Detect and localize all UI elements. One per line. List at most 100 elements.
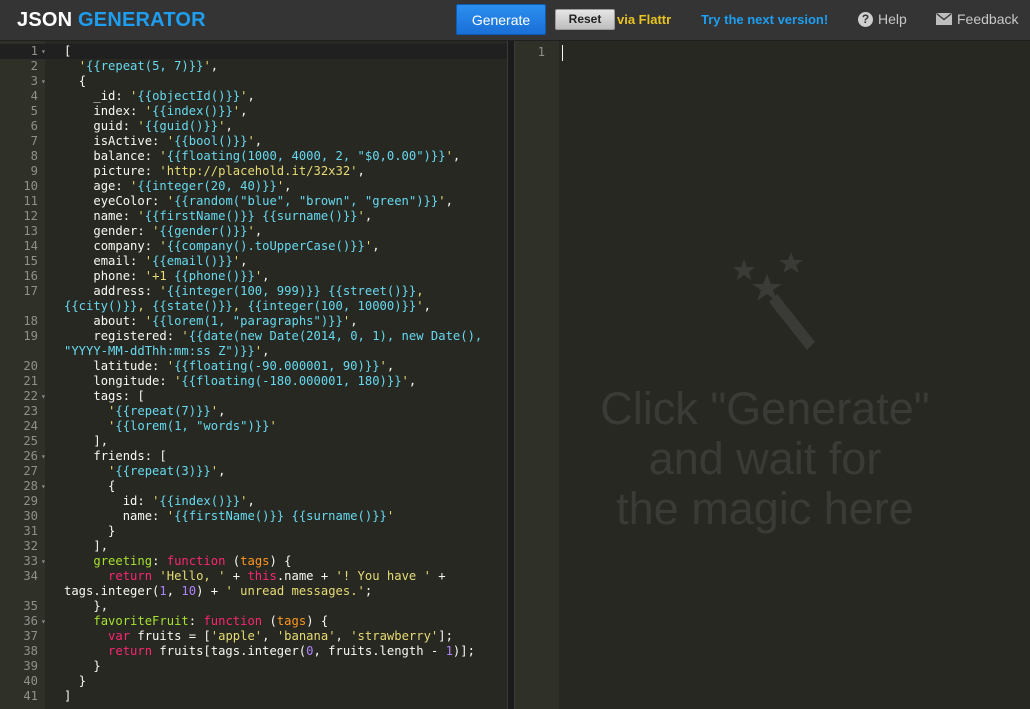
- code-line[interactable]: 11 eyeColor: '{{random("blue", "brown", …: [0, 194, 507, 209]
- code-line[interactable]: 20 latitude: '{{floating(-90.000001, 90)…: [0, 359, 507, 374]
- fold-arrow-icon[interactable]: ▾: [41, 614, 46, 629]
- code-line[interactable]: 14 company: '{{company().toUpperCase()}}…: [0, 239, 507, 254]
- line-number: 13: [23, 224, 38, 238]
- code-line[interactable]: 41]: [0, 689, 507, 704]
- line-number: 38: [23, 644, 38, 658]
- code-line[interactable]: 39 }: [0, 659, 507, 674]
- top-bar: JSON GENERATOR Generate Reset via Flattr…: [0, 0, 1030, 41]
- line-number: 29: [23, 494, 38, 508]
- code-line[interactable]: 1 ▾ [: [0, 44, 507, 59]
- next-version-link[interactable]: Try the next version!: [701, 12, 828, 27]
- fold-arrow-icon[interactable]: ▾: [41, 44, 46, 59]
- code-text: balance: '{{floating(1000, 4000, 2, "$0,…: [64, 149, 461, 163]
- code-line[interactable]: 9 picture: 'http://placehold.it/32x32',: [0, 164, 507, 179]
- line-number: 14: [23, 239, 38, 253]
- code-line[interactable]: 35 },: [0, 599, 507, 614]
- code-line[interactable]: 3 ▾ {: [0, 74, 507, 89]
- code-line[interactable]: 13 gender: '{{gender()}}',: [0, 224, 507, 239]
- output-line-number: 1: [537, 45, 545, 59]
- line-number: 24: [23, 419, 38, 433]
- code-line[interactable]: 37 var fruits = ['apple', 'banana', 'str…: [0, 629, 507, 644]
- code-line[interactable]: 15 email: '{{email()}}',: [0, 254, 507, 269]
- line-number: 5: [30, 104, 38, 118]
- code-text: gender: '{{gender()}}',: [64, 224, 263, 238]
- code-line[interactable]: 4 _id: '{{objectId()}}',: [0, 89, 507, 104]
- code-line[interactable]: 26 ▾ friends: [: [0, 449, 507, 464]
- fold-arrow-icon[interactable]: ▾: [41, 449, 46, 464]
- fold-arrow-icon[interactable]: ▾: [41, 554, 46, 569]
- line-number: 3: [30, 74, 38, 88]
- code-line[interactable]: 31 }: [0, 524, 507, 539]
- code-line[interactable]: 27 '{{repeat(3)}}',: [0, 464, 507, 479]
- line-number: 34: [23, 569, 38, 583]
- line-number: 16: [23, 269, 38, 283]
- template-editor[interactable]: 1 ▾[2 '{{repeat(5, 7)}}', 3 ▾ {4 _id: '{{ob…: [0, 41, 507, 709]
- envelope-icon: [936, 13, 952, 25]
- line-number: 22: [23, 389, 38, 403]
- fold-arrow-icon[interactable]: ▾: [41, 389, 46, 404]
- generate-button[interactable]: Generate: [456, 4, 546, 35]
- code-text: index: '{{index()}}',: [64, 104, 248, 118]
- code-line[interactable]: 32 ],: [0, 539, 507, 554]
- code-line[interactable]: 23 '{{repeat(7)}}',: [0, 404, 507, 419]
- code-line[interactable]: 38 return fruits[tags.integer(0, fruits.…: [0, 644, 507, 659]
- help-link[interactable]: ? Help: [858, 11, 907, 27]
- code-line[interactable]: 7 isActive: '{{bool()}}',: [0, 134, 507, 149]
- fold-arrow-icon[interactable]: ▾: [41, 479, 46, 494]
- code-text: name: '{{firstName()}} {{surname()}}',: [64, 209, 373, 223]
- code-line[interactable]: 34 return 'Hello, ' + this.name + '! You…: [0, 569, 507, 599]
- code-line[interactable]: 2 '{{repeat(5, 7)}}',: [0, 59, 507, 74]
- line-number: 23: [23, 404, 38, 418]
- flattr-link[interactable]: via Flattr: [617, 12, 671, 27]
- code-line[interactable]: 10 age: '{{integer(20, 40)}}',: [0, 179, 507, 194]
- code-text: [: [64, 44, 72, 58]
- line-number: 4: [30, 89, 38, 103]
- app-logo[interactable]: JSON GENERATOR: [17, 8, 206, 32]
- code-text: age: '{{integer(20, 40)}}',: [64, 179, 292, 193]
- editor-code[interactable]: 1 ▾[2 '{{repeat(5, 7)}}', 3 ▾ {4 _id: '{{ob…: [0, 44, 507, 704]
- code-line[interactable]: 12 name: '{{firstName()}} {{surname()}}'…: [0, 209, 507, 224]
- code-line[interactable]: 36 ▾ favoriteFruit: function (tags) {: [0, 614, 507, 629]
- line-number: 12: [23, 209, 38, 223]
- code-text: tags: [: [64, 389, 145, 403]
- code-line[interactable]: 29 id: '{{index()}}',: [0, 494, 507, 509]
- feedback-link[interactable]: Feedback: [936, 11, 1018, 27]
- line-number: 28: [23, 479, 38, 493]
- code-text: },: [64, 599, 109, 613]
- fold-arrow-icon[interactable]: ▾: [41, 74, 46, 89]
- code-line[interactable]: 17 address: '{{integer(100, 999)}} {{str…: [0, 284, 507, 314]
- code-line[interactable]: 19 registered: '{{date(new Date(2014, 0,…: [0, 329, 507, 359]
- code-line[interactable]: 28 ▾ {: [0, 479, 507, 494]
- code-line[interactable]: 18 about: '{{lorem(1, "paragraphs")}}',: [0, 314, 507, 329]
- code-line[interactable]: 33 ▾ greeting: function (tags) {: [0, 554, 507, 569]
- code-line[interactable]: 25 ],: [0, 434, 507, 449]
- line-number: 21: [23, 374, 38, 388]
- pane-splitter[interactable]: [507, 41, 515, 709]
- code-line[interactable]: 21 longitude: '{{floating(-180.000001, 1…: [0, 374, 507, 389]
- placeholder-line-1: Click "Generate": [600, 383, 930, 434]
- code-line[interactable]: 8 balance: '{{floating(1000, 4000, 2, "$…: [0, 149, 507, 164]
- placeholder-line-3: the magic here: [616, 483, 914, 534]
- code-line[interactable]: 6 guid: '{{guid()}}',: [0, 119, 507, 134]
- code-text: eyeColor: '{{random("blue", "brown", "gr…: [64, 194, 453, 208]
- code-text: greeting: function (tags) {: [93, 554, 292, 568]
- code-line[interactable]: 40 }: [0, 674, 507, 689]
- line-number: 39: [23, 659, 38, 673]
- code-text: latitude: '{{floating(-90.000001, 90)}}'…: [64, 359, 395, 373]
- magic-wand-icon: [733, 252, 815, 350]
- output-pane[interactable]: 1 Click "Generate" and wait for the magi…: [515, 41, 1030, 709]
- line-number: 36: [23, 614, 38, 628]
- output-placeholder: Click "Generate" and wait for the magic …: [575, 384, 955, 534]
- logo-generator-text: GENERATOR: [78, 9, 206, 31]
- line-number: 19: [23, 329, 38, 343]
- code-text: '{{lorem(1, "words")}}': [108, 419, 277, 433]
- code-text: guid: '{{guid()}}',: [64, 119, 233, 133]
- code-line[interactable]: 5 index: '{{index()}}',: [0, 104, 507, 119]
- reset-button[interactable]: Reset: [555, 9, 615, 30]
- code-text: picture: 'http://placehold.it/32x32',: [64, 164, 365, 178]
- line-number: 32: [23, 539, 38, 553]
- code-line[interactable]: 16 phone: '+1 {{phone()}}',: [0, 269, 507, 284]
- code-line[interactable]: 24 '{{lorem(1, "words")}}': [0, 419, 507, 434]
- code-line[interactable]: 30 name: '{{firstName()}} {{surname()}}': [0, 509, 507, 524]
- code-line[interactable]: 22 ▾ tags: [: [0, 389, 507, 404]
